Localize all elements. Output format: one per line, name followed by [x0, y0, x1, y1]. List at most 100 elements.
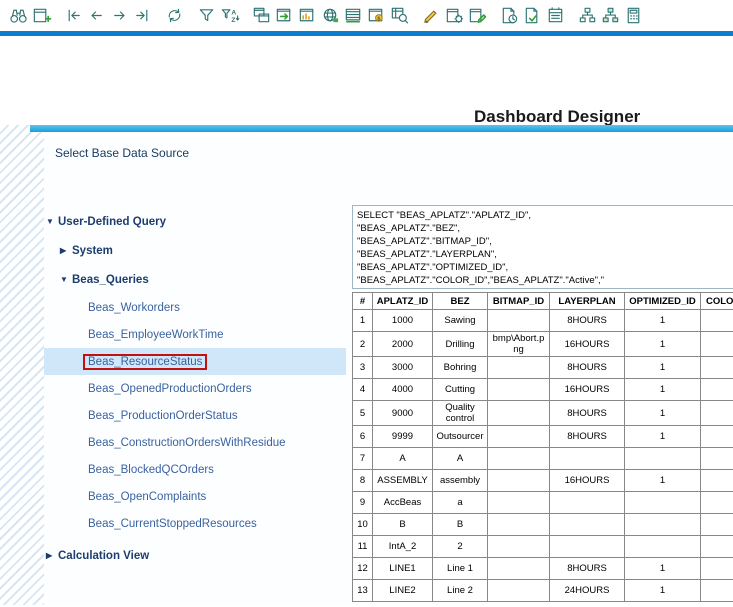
tree-item-user-defined-query[interactable]: ▼User-Defined Query — [44, 207, 346, 236]
table-cell[interactable] — [488, 379, 550, 401]
table-cell[interactable] — [701, 558, 733, 580]
column-header-layerplan[interactable]: LAYERPLAN — [550, 293, 625, 310]
table-cell[interactable]: a — [433, 492, 488, 514]
table-cell[interactable]: Sawing — [433, 310, 488, 332]
table-cell[interactable]: 9000 — [373, 401, 433, 426]
column-header-aplatz-id[interactable]: APLATZ_ID — [373, 293, 433, 310]
window-rows-icon[interactable] — [342, 4, 365, 27]
table-cell[interactable] — [550, 448, 625, 470]
find-icon[interactable] — [7, 4, 30, 27]
add-form-icon[interactable] — [30, 4, 53, 27]
table-cell[interactable]: 8HOURS — [550, 558, 625, 580]
table-cell[interactable] — [701, 310, 733, 332]
document-time-icon[interactable] — [498, 4, 521, 27]
table-cell[interactable] — [550, 514, 625, 536]
tree-item-beas-blockedqcorders[interactable]: Beas_BlockedQCOrders — [44, 456, 346, 483]
table-cell[interactable] — [701, 536, 733, 558]
table-cell[interactable] — [701, 448, 733, 470]
table-cell[interactable]: assembly — [433, 470, 488, 492]
row-number-cell[interactable]: 5 — [353, 401, 373, 426]
table-cell[interactable]: 8HOURS — [550, 426, 625, 448]
table-cell[interactable]: 1 — [625, 310, 701, 332]
tree-item-beas-productionorderstatus[interactable]: Beas_ProductionOrderStatus — [44, 402, 346, 429]
table-cell[interactable]: 1000 — [373, 310, 433, 332]
table-cell[interactable]: 8HOURS — [550, 310, 625, 332]
table-cell[interactable]: AccBeas — [373, 492, 433, 514]
table-cell[interactable]: 8HOURS — [550, 357, 625, 379]
row-number-cell[interactable]: 1 — [353, 310, 373, 332]
table-cell[interactable]: Line 1 — [433, 558, 488, 580]
previous-record-icon[interactable] — [85, 4, 108, 27]
expand-triangle-icon[interactable]: ▶ — [46, 551, 58, 560]
expand-triangle-icon[interactable]: ▶ — [60, 246, 72, 255]
report-list-icon[interactable] — [544, 4, 567, 27]
column-header--[interactable]: # — [353, 293, 373, 310]
tree-item-system[interactable]: ▶System — [44, 236, 346, 265]
table-cell[interactable]: 1 — [625, 357, 701, 379]
tree-item-beas-currentstoppedresources[interactable]: Beas_CurrentStoppedResources — [44, 510, 346, 537]
sql-preview[interactable]: SELECT "BEAS_APLATZ"."APLATZ_ID", "BEAS_… — [352, 205, 733, 289]
table-cell[interactable] — [550, 492, 625, 514]
table-cell[interactable] — [625, 448, 701, 470]
org-chart-alt-icon[interactable] — [599, 4, 622, 27]
table-zoom-icon[interactable] — [388, 4, 411, 27]
table-cell[interactable] — [625, 514, 701, 536]
table-cell[interactable] — [701, 332, 733, 357]
globe-link-icon[interactable] — [319, 4, 342, 27]
column-header-optimized-id[interactable]: OPTIMIZED_ID — [625, 293, 701, 310]
table-cell[interactable]: 24HOURS — [550, 580, 625, 602]
table-cell[interactable]: Outsourcer — [433, 426, 488, 448]
row-number-cell[interactable]: 7 — [353, 448, 373, 470]
column-header-bez[interactable]: BEZ — [433, 293, 488, 310]
tree-item-beas-constructionorderswithresidue[interactable]: Beas_ConstructionOrdersWithResidue — [44, 429, 346, 456]
collapse-triangle-icon[interactable]: ▼ — [46, 217, 58, 226]
table-cell[interactable]: B — [433, 514, 488, 536]
table-cell[interactable]: Drilling — [433, 332, 488, 357]
table-cell[interactable]: IntA_2 — [373, 536, 433, 558]
table-cell[interactable] — [488, 401, 550, 426]
table-cell[interactable]: 1 — [625, 558, 701, 580]
table-cell[interactable] — [488, 426, 550, 448]
window-report-icon[interactable] — [296, 4, 319, 27]
row-number-cell[interactable]: 2 — [353, 332, 373, 357]
sort-az-icon[interactable]: AZ — [218, 4, 241, 27]
table-cell[interactable]: 1 — [625, 379, 701, 401]
table-cell[interactable]: LINE1 — [373, 558, 433, 580]
table-cell[interactable]: Cutting — [433, 379, 488, 401]
table-cell[interactable] — [625, 536, 701, 558]
table-cell[interactable] — [701, 401, 733, 426]
table-cell[interactable] — [701, 357, 733, 379]
tree-item-beas-opencomplaints[interactable]: Beas_OpenComplaints — [44, 483, 346, 510]
table-cell[interactable]: 2000 — [373, 332, 433, 357]
table-cell[interactable]: 16HOURS — [550, 379, 625, 401]
form-edit-icon[interactable] — [466, 4, 489, 27]
table-cell[interactable]: 1 — [625, 470, 701, 492]
document-check-icon[interactable] — [521, 4, 544, 27]
first-record-icon[interactable] — [62, 4, 85, 27]
table-cell[interactable] — [625, 492, 701, 514]
table-cell[interactable] — [488, 448, 550, 470]
table-cell[interactable] — [488, 580, 550, 602]
table-cell[interactable]: Bohring — [433, 357, 488, 379]
collapse-triangle-icon[interactable]: ▼ — [60, 275, 72, 284]
table-cell[interactable]: 16HOURS — [550, 332, 625, 357]
table-cell[interactable] — [488, 310, 550, 332]
row-number-cell[interactable]: 6 — [353, 426, 373, 448]
table-cell[interactable]: Line 2 — [433, 580, 488, 602]
table-cell[interactable]: 1 — [625, 580, 701, 602]
table-cell[interactable]: 8HOURS — [550, 401, 625, 426]
table-cell[interactable]: 3000 — [373, 357, 433, 379]
table-cell[interactable]: 1 — [625, 426, 701, 448]
table-cell[interactable] — [701, 580, 733, 602]
row-number-cell[interactable]: 4 — [353, 379, 373, 401]
tree-item-beas-openedproductionorders[interactable]: Beas_OpenedProductionOrders — [44, 375, 346, 402]
table-cell[interactable] — [701, 426, 733, 448]
column-header-bitmap-id[interactable]: BITMAP_ID — [488, 293, 550, 310]
table-cell[interactable]: 1 — [625, 401, 701, 426]
table-cell[interactable]: A — [433, 448, 488, 470]
table-cell[interactable]: 1 — [625, 332, 701, 357]
tree-item-calculation-view[interactable]: ▶Calculation View — [44, 541, 346, 570]
row-number-cell[interactable]: 3 — [353, 357, 373, 379]
table-cell[interactable]: Quality control — [433, 401, 488, 426]
row-number-cell[interactable]: 13 — [353, 580, 373, 602]
